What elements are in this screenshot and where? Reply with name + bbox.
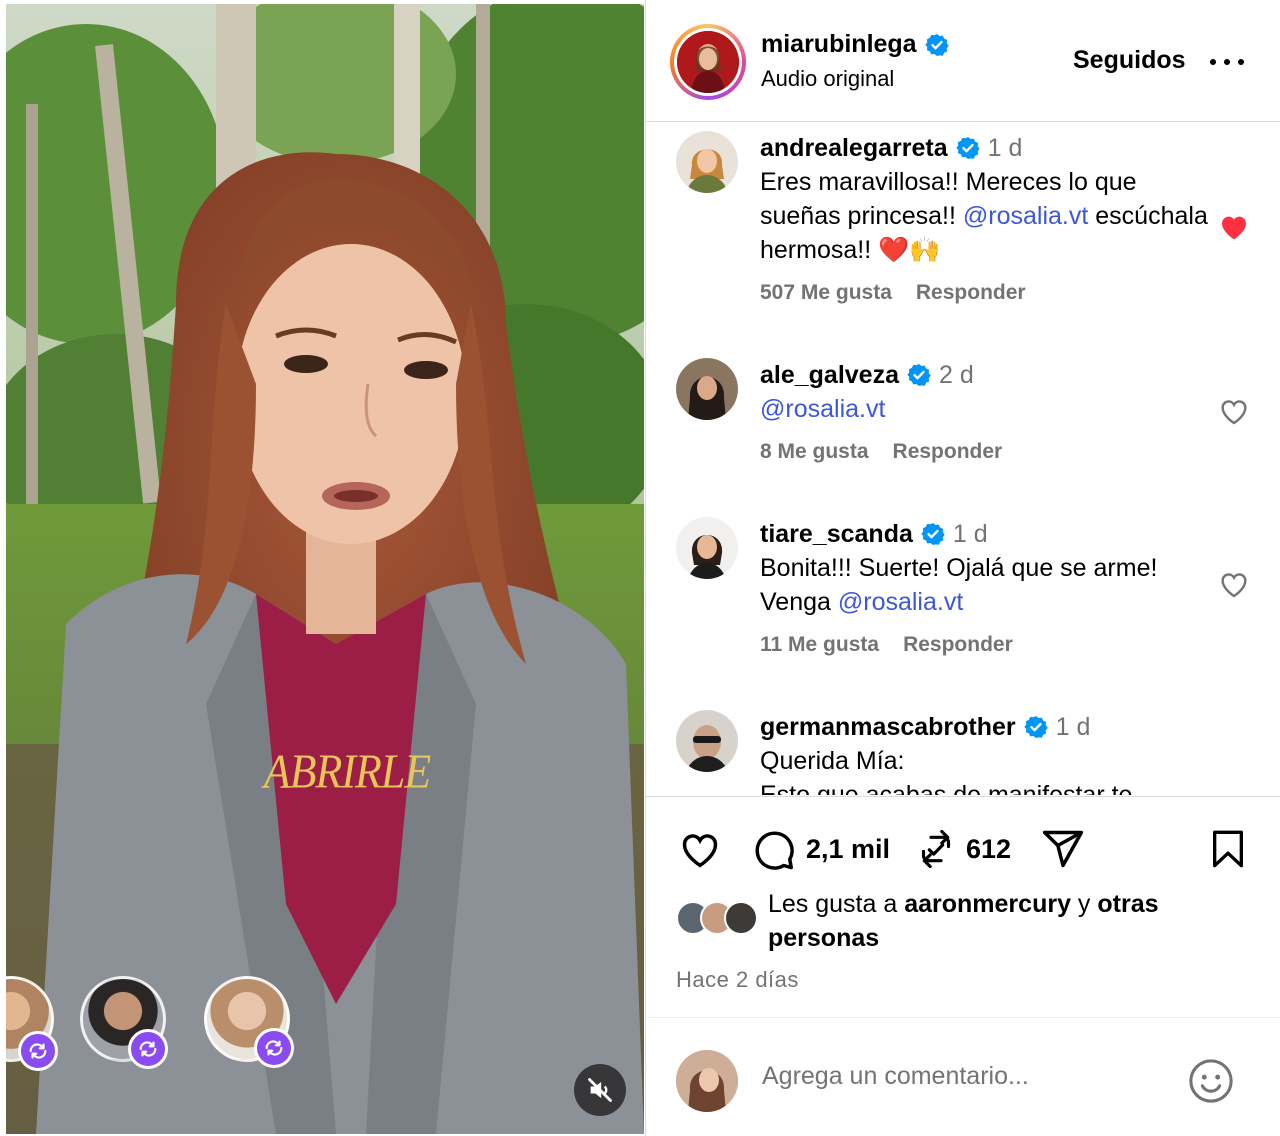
add-comment-bar <box>646 1017 1280 1136</box>
mute-button[interactable] <box>574 1064 626 1116</box>
heart-filled-icon[interactable] <box>1218 211 1250 241</box>
emoji-icon[interactable] <box>1188 1058 1234 1104</box>
liked-by-text: Les gusta a aaronmercury y otras persona… <box>768 890 1159 952</box>
current-user-avatar <box>676 1050 738 1112</box>
video-overlay-text: ABRIRLE <box>263 744 432 799</box>
comment-text: Bonita!!! Suerte! Ojalá que se arme! Ven… <box>760 554 1158 616</box>
mention-link[interactable]: @rosalia.vt <box>963 202 1088 230</box>
verified-badge-icon <box>924 33 949 56</box>
comments-list[interactable]: andrealegarreta 1 d Eres maravillosa!! M… <box>646 123 1280 795</box>
comment-likes-count[interactable]: 11 Me gusta <box>760 633 879 657</box>
liked-by-avatars[interactable] <box>676 901 762 937</box>
save-button[interactable] <box>1208 827 1248 871</box>
post-timestamp[interactable]: Hace 2 días <box>676 967 799 993</box>
author-username[interactable]: miarubinlega <box>761 30 917 59</box>
commenter-avatar[interactable] <box>676 517 738 579</box>
post-actions: 2,1 mil 612 Les gusta a aaronmercury y o… <box>646 796 1280 1136</box>
comment-text: Querida Mía: <box>760 747 905 775</box>
repost-badge-icon <box>128 1029 168 1069</box>
comment-input[interactable] <box>762 1062 1162 1091</box>
comment-username[interactable]: andrealegarreta <box>760 131 948 165</box>
comment-text: Eres maravillosa!! Mereces lo que sueñas… <box>760 168 1208 264</box>
reply-button[interactable]: Responder <box>893 440 1003 464</box>
share-button[interactable] <box>1040 827 1086 871</box>
heart-outline-icon[interactable] <box>1218 569 1250 599</box>
reel-video[interactable]: ABRIRLE <box>6 4 644 1134</box>
verified-badge-icon <box>955 137 980 159</box>
speaker-muted-icon <box>588 1078 612 1102</box>
comment-bubble-icon <box>755 831 794 870</box>
comment-likes-count[interactable]: 507 Me gusta <box>760 281 892 305</box>
following-button[interactable]: Seguidos <box>1073 46 1186 75</box>
comment-text-continued: Esto que acabas de manifestar te <box>760 781 1133 795</box>
audio-label[interactable]: Audio original <box>761 66 894 92</box>
liked-by-user[interactable]: aaronmercury <box>904 890 1071 918</box>
mention-link[interactable]: @rosalia.vt <box>760 395 885 423</box>
reply-button[interactable]: Responder <box>916 281 1026 305</box>
comment-button[interactable]: 2,1 mil <box>752 827 890 871</box>
comment-time[interactable]: 1 d <box>988 131 1023 165</box>
video-frame-illustration <box>6 4 644 1134</box>
more-options-icon[interactable] <box>1210 48 1244 76</box>
heart-outline-icon[interactable] <box>1218 396 1250 426</box>
repost-count: 612 <box>966 833 1012 864</box>
comment-username[interactable]: tiare_scanda <box>760 517 913 551</box>
repost-badge-icon <box>18 1031 58 1071</box>
repost-button[interactable]: 612 <box>916 827 1011 871</box>
verified-badge-icon <box>921 523 945 545</box>
comment-username[interactable]: ale_galveza <box>760 358 899 392</box>
repost-icon <box>921 829 951 869</box>
comment-text: @rosalia.vt <box>760 392 1220 426</box>
mention-link[interactable]: @rosalia.vt <box>838 588 963 616</box>
post-header: miarubinlega Audio original Seguidos <box>646 0 1280 122</box>
commenter-avatar[interactable] <box>676 131 738 193</box>
send-paper-plane-icon <box>1042 830 1084 868</box>
verified-badge-icon <box>1023 716 1048 738</box>
comment-time[interactable]: 1 d <box>953 517 988 551</box>
bookmark-icon <box>1213 830 1243 868</box>
repost-badge-icon <box>254 1028 294 1068</box>
commenter-avatar[interactable] <box>676 358 738 420</box>
post-details-panel: miarubinlega Audio original Seguidos and… <box>645 0 1280 1136</box>
commenter-avatar[interactable] <box>676 710 738 772</box>
comment-time[interactable]: 1 d <box>1056 710 1091 744</box>
comment-count: 2,1 mil <box>806 833 891 864</box>
like-button[interactable] <box>678 827 722 871</box>
heart-outline-icon <box>682 834 718 868</box>
comment-likes-count[interactable]: 8 Me gusta <box>760 440 869 464</box>
comment-time[interactable]: 2 d <box>939 358 974 392</box>
author-avatar[interactable] <box>670 24 746 100</box>
comment-username[interactable]: germanmascabrother <box>760 710 1016 744</box>
author-username-row: miarubinlega <box>761 30 949 59</box>
verified-badge-icon <box>907 364 931 386</box>
reply-button[interactable]: Responder <box>903 633 1013 657</box>
